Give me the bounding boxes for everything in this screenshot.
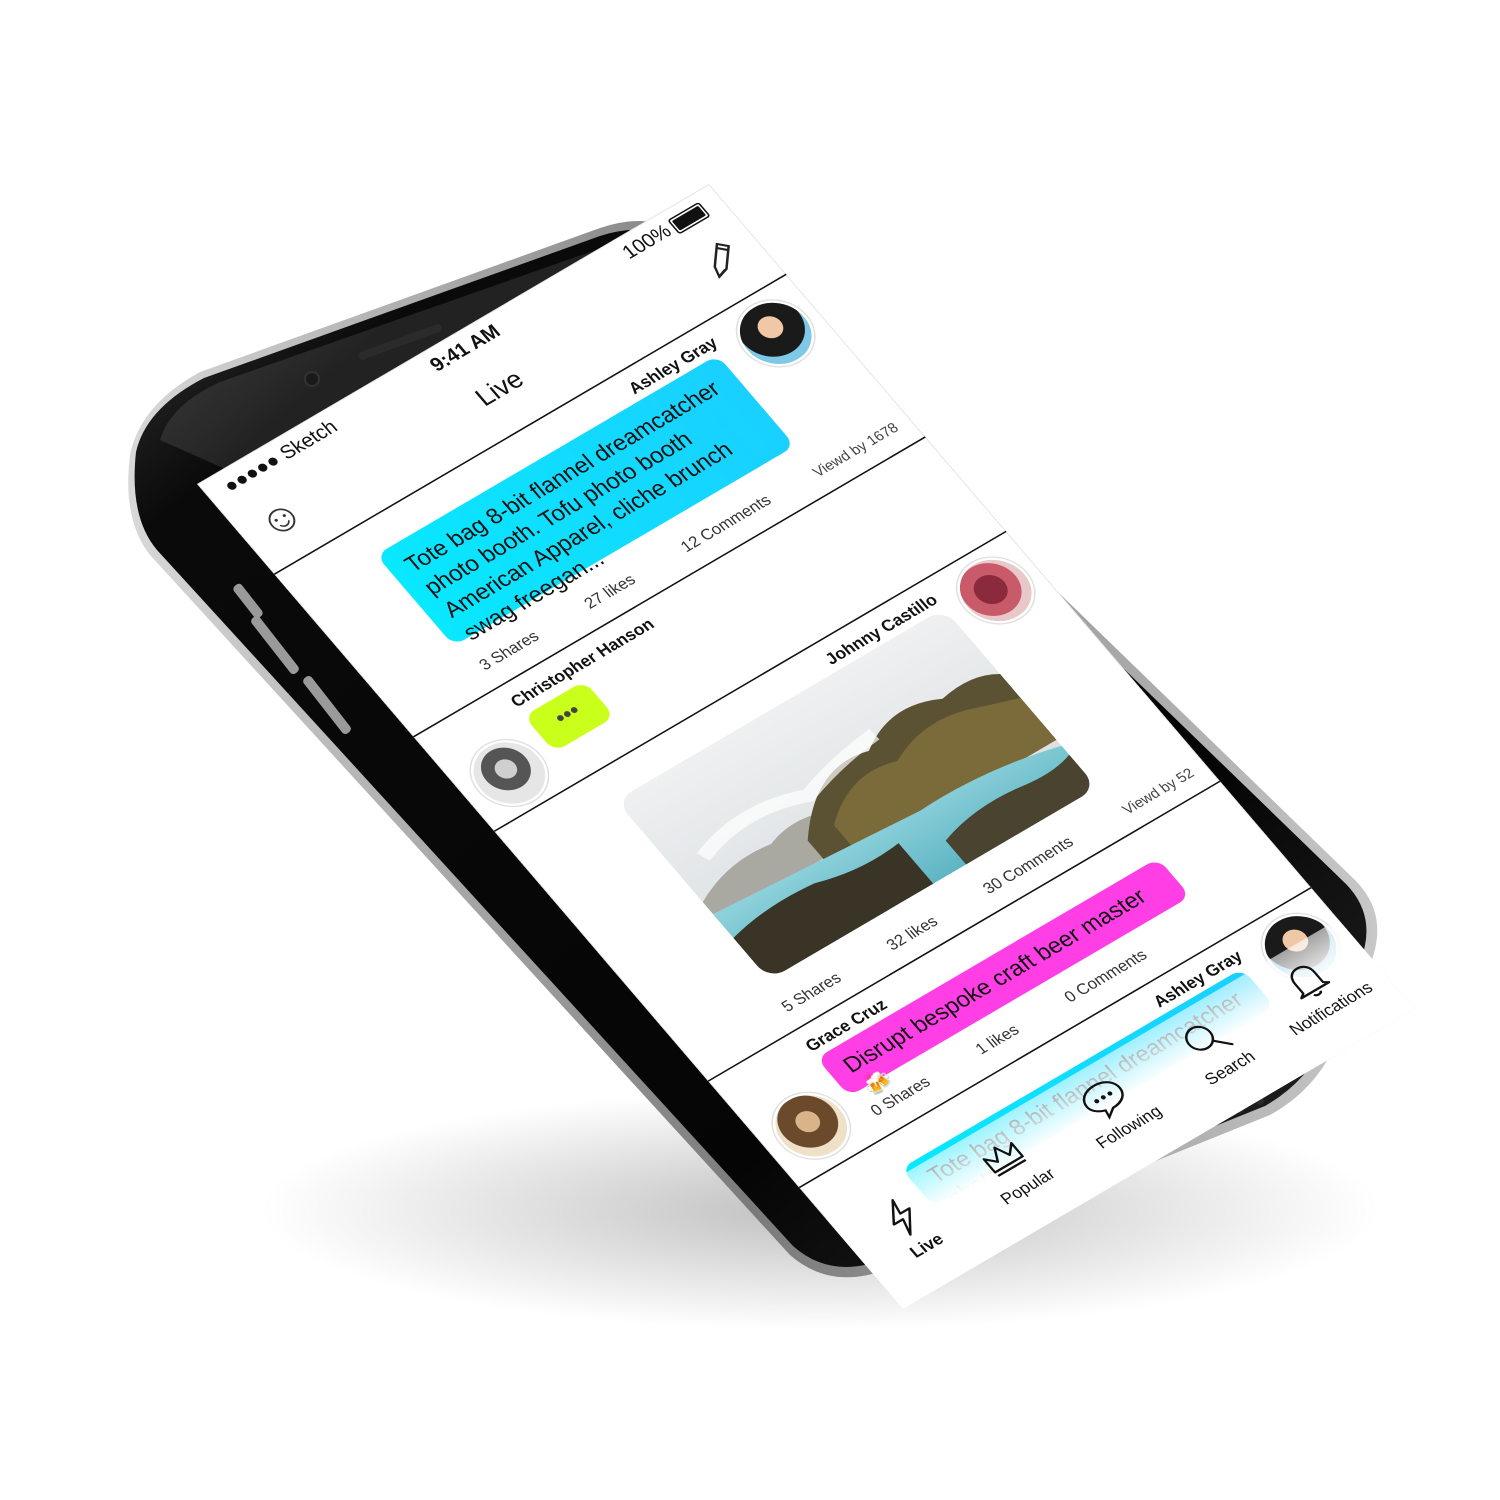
likes-count[interactable]: 1 likes — [972, 1021, 1023, 1058]
likes-count[interactable]: 32 likes — [883, 913, 942, 954]
avatar[interactable] — [757, 1080, 865, 1171]
phone-mockup: ●●●●● Sketch 9:41 AM 100% ☺ Live Ashley … — [0, 0, 1500, 1500]
